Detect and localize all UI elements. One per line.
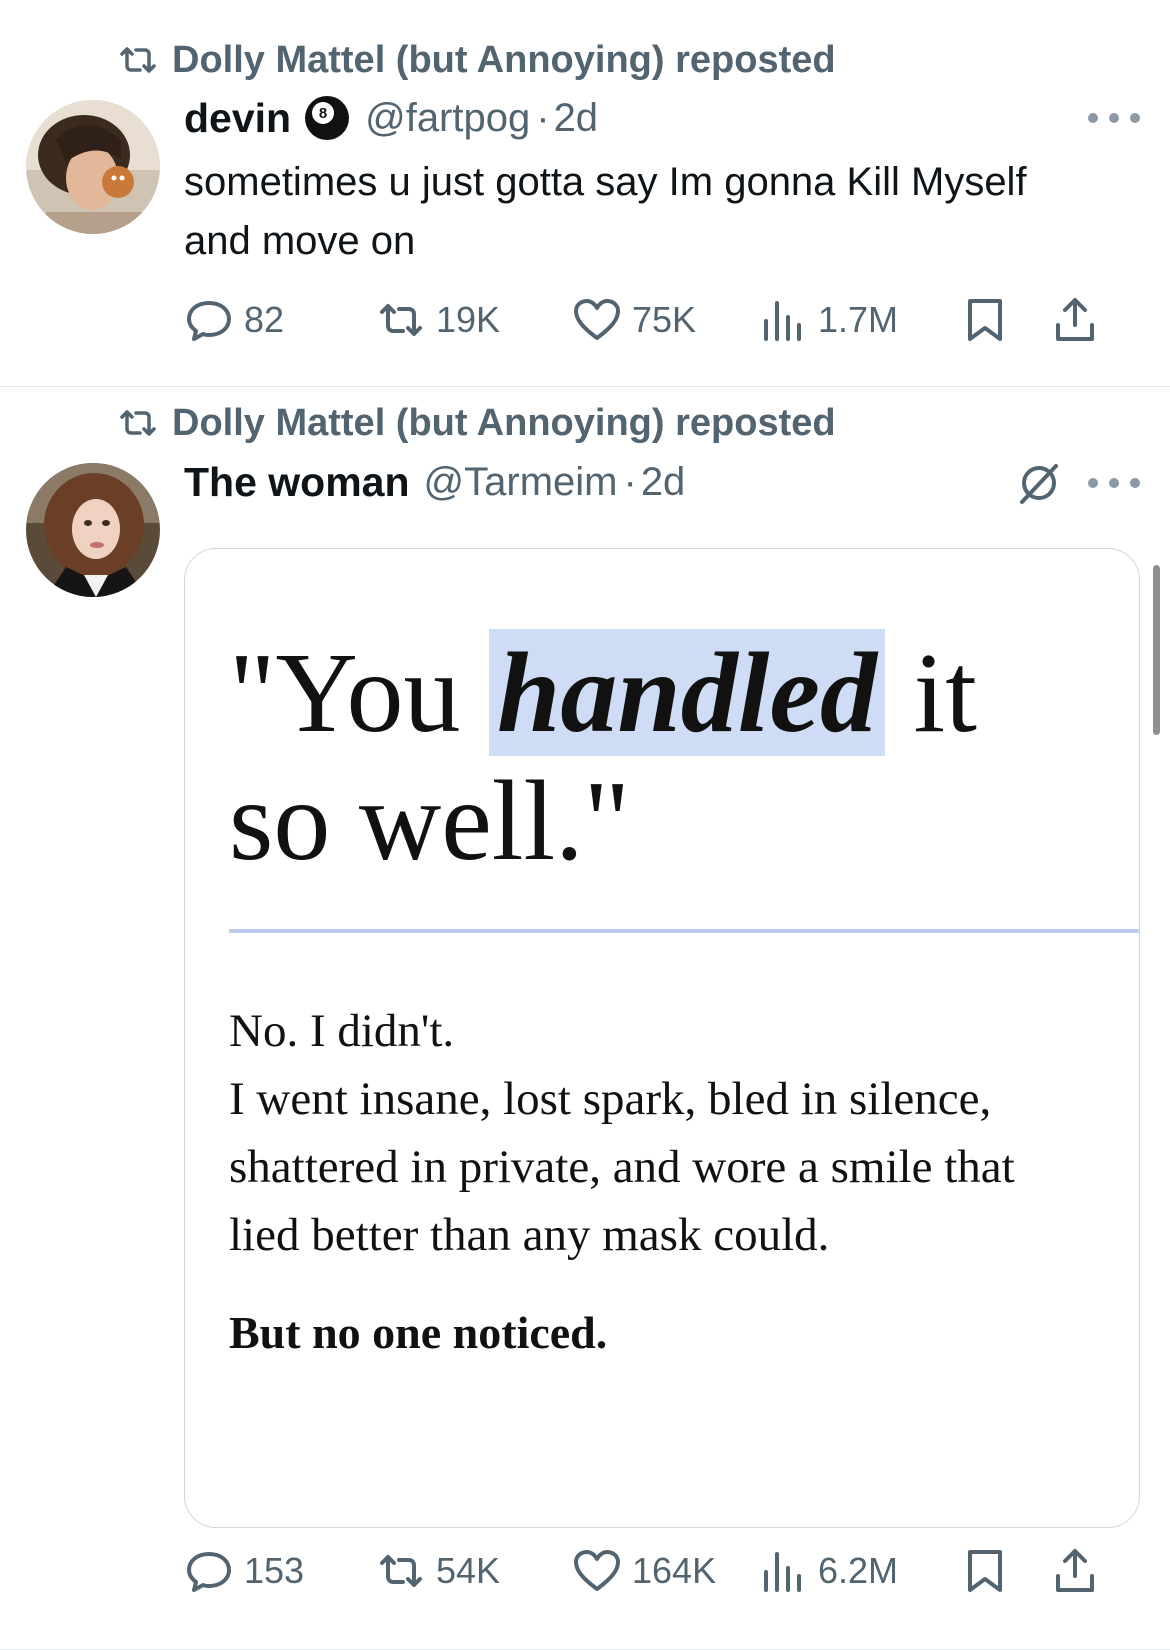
avatar-image bbox=[26, 463, 160, 597]
views-icon bbox=[764, 1552, 801, 1592]
tweet-header: devin 8 @fartpog · 2d bbox=[184, 90, 598, 146]
avatar[interactable] bbox=[26, 463, 160, 597]
quote-heading: "You handled it so well." bbox=[229, 629, 977, 885]
divider-line bbox=[229, 929, 1139, 933]
view-count: 6.2M bbox=[818, 1550, 899, 1591]
bookmark-button[interactable] bbox=[960, 292, 1010, 348]
image-body-text: No. I didn't. I went insane, lost spark,… bbox=[229, 997, 1015, 1269]
reply-icon bbox=[187, 301, 231, 341]
dot-icon bbox=[1088, 478, 1098, 488]
8-ball-icon: 8 bbox=[305, 96, 350, 140]
repost-icon bbox=[120, 47, 156, 73]
timestamp[interactable]: 2d bbox=[641, 460, 686, 505]
share-icon bbox=[1056, 298, 1094, 341]
repost-label: Dolly Mattel (but Annoying) reposted bbox=[172, 38, 836, 81]
action-bar: 153 54K 164K 6.2M bbox=[184, 1543, 1140, 1599]
dot-icon bbox=[1109, 113, 1119, 123]
handle[interactable]: @fartpog bbox=[365, 96, 530, 141]
image-text-line: No. I didn't. bbox=[229, 1005, 455, 1057]
repost-indicator: Dolly Mattel (but Annoying) reposted bbox=[118, 35, 836, 85]
share-button[interactable] bbox=[1050, 292, 1100, 348]
repost-count: 19K bbox=[436, 299, 501, 340]
like-count: 164K bbox=[632, 1550, 717, 1591]
more-options-button[interactable] bbox=[1088, 108, 1140, 128]
heart-icon bbox=[574, 299, 620, 340]
like-button[interactable]: 164K bbox=[572, 1543, 716, 1599]
timestamp[interactable]: 2d bbox=[554, 96, 599, 141]
action-bar: 82 19K 75K 1.7M bbox=[184, 292, 1140, 348]
display-name[interactable]: devin bbox=[184, 95, 291, 142]
repost-button[interactable]: 19K bbox=[376, 292, 500, 348]
tweet-text: sometimes u just gotta say Im gonna Kill… bbox=[184, 153, 1144, 271]
tweet[interactable]: Dolly Mattel (but Annoying) reposted dev… bbox=[0, 0, 1170, 387]
repost-icon bbox=[120, 410, 156, 436]
dot-icon bbox=[1088, 113, 1098, 123]
repost-icon bbox=[380, 304, 422, 336]
quote-highlighted-word: handled bbox=[488, 629, 886, 756]
handle[interactable]: @Tarmeim bbox=[424, 460, 618, 505]
scrollbar[interactable] bbox=[1153, 565, 1160, 735]
quote-text-end: it bbox=[885, 629, 977, 756]
share-button[interactable] bbox=[1050, 1543, 1100, 1599]
like-count: 75K bbox=[632, 299, 697, 340]
dot-icon bbox=[1109, 478, 1119, 488]
dot-icon bbox=[1130, 113, 1140, 123]
like-button[interactable]: 75K bbox=[572, 292, 696, 348]
repost-button[interactable]: 54K bbox=[376, 1543, 500, 1599]
image-text-line: shattered in private, and wore a smile t… bbox=[229, 1141, 1015, 1193]
heart-icon bbox=[574, 1550, 620, 1591]
tweet-header: The woman @Tarmeim · 2d bbox=[184, 454, 685, 510]
dot-icon bbox=[1130, 478, 1140, 488]
avatar-image bbox=[26, 100, 160, 234]
views-button[interactable]: 1.7M bbox=[758, 292, 898, 348]
repost-indicator: Dolly Mattel (but Annoying) reposted bbox=[118, 398, 836, 448]
reply-count: 82 bbox=[244, 299, 285, 340]
reply-button[interactable]: 82 bbox=[184, 292, 284, 348]
bookmark-icon bbox=[968, 1550, 1002, 1592]
tweet-text-line: and move on bbox=[184, 219, 416, 263]
reply-icon bbox=[187, 1552, 231, 1592]
quote-text-start: "You bbox=[229, 629, 489, 756]
separator-dot: · bbox=[623, 459, 637, 504]
tweet-text-line: sometimes u just gotta say Im gonna Kill… bbox=[184, 160, 1027, 204]
image-text-line: I went insane, lost spark, bled in silen… bbox=[229, 1073, 992, 1125]
repost-count: 54K bbox=[436, 1550, 501, 1591]
display-name[interactable]: The woman bbox=[184, 459, 410, 506]
repost-icon bbox=[380, 1555, 422, 1587]
quote-text-line2: so well." bbox=[229, 757, 631, 884]
reply-button[interactable]: 153 bbox=[184, 1543, 304, 1599]
view-count: 1.7M bbox=[818, 299, 899, 340]
media-image[interactable]: "You handled it so well." No. I didn't. … bbox=[184, 548, 1140, 1528]
image-closing-line: But no one noticed. bbox=[229, 1307, 608, 1358]
share-icon bbox=[1056, 1549, 1094, 1592]
views-button[interactable]: 6.2M bbox=[758, 1543, 898, 1599]
bookmark-icon bbox=[968, 299, 1002, 341]
grok-icon[interactable] bbox=[1014, 458, 1064, 508]
image-text-line: lied better than any mask could. bbox=[229, 1209, 830, 1261]
reply-count: 153 bbox=[244, 1550, 305, 1591]
bookmark-button[interactable] bbox=[960, 1543, 1010, 1599]
svg-text:8: 8 bbox=[319, 105, 327, 122]
separator-dot: · bbox=[536, 95, 550, 140]
tweet[interactable]: Dolly Mattel (but Annoying) reposted The… bbox=[0, 388, 1170, 1650]
views-icon bbox=[764, 301, 801, 341]
more-options-button[interactable] bbox=[1088, 473, 1140, 493]
avatar[interactable] bbox=[26, 100, 160, 234]
repost-label: Dolly Mattel (but Annoying) reposted bbox=[172, 401, 836, 444]
